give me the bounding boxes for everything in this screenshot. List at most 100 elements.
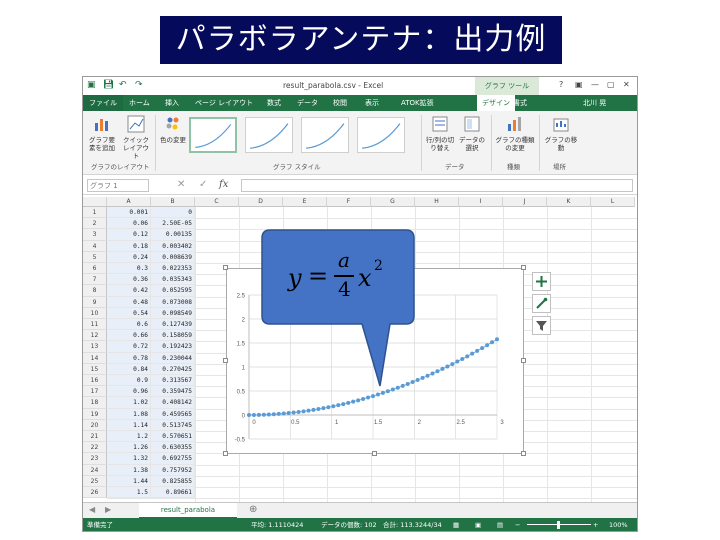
row-header[interactable]: 14	[83, 352, 107, 364]
data-point[interactable]	[385, 389, 390, 394]
column-header[interactable]: B	[151, 197, 195, 207]
column-header[interactable]: C	[195, 197, 239, 207]
cell-a[interactable]: 0.42	[107, 285, 151, 297]
minimize-icon[interactable]: —	[591, 80, 599, 89]
chart-elements-button[interactable]	[532, 272, 551, 291]
tab-page-layout[interactable]: ページ レイアウト	[195, 95, 253, 111]
chart-resize-handle[interactable]	[223, 265, 228, 270]
cell-b[interactable]: 0.459565	[151, 408, 195, 420]
data-point[interactable]	[256, 412, 261, 417]
cell-a[interactable]: 0.36	[107, 274, 151, 286]
cell-b[interactable]: 0.022353	[151, 263, 195, 275]
tab-design[interactable]: デザイン	[477, 95, 515, 111]
cell-b[interactable]: 0.270425	[151, 363, 195, 375]
cell-b[interactable]: 0.757952	[151, 464, 195, 476]
data-point[interactable]	[450, 362, 455, 367]
data-point[interactable]	[366, 395, 371, 400]
cell-a[interactable]: 0.66	[107, 330, 151, 342]
chart-styles-button[interactable]	[532, 294, 551, 313]
data-point[interactable]	[470, 351, 475, 356]
undo-icon[interactable]: ↶	[119, 80, 127, 90]
name-box[interactable]: グラフ 1	[87, 179, 149, 192]
cell-a[interactable]: 0.12	[107, 229, 151, 241]
cell-b[interactable]: 0.513745	[151, 419, 195, 431]
cell-a[interactable]: 1.32	[107, 453, 151, 465]
quick-layout-button[interactable]: クイック レイアウト	[121, 115, 151, 160]
tab-view[interactable]: 表示	[365, 95, 379, 111]
data-point[interactable]	[475, 348, 480, 353]
data-point[interactable]	[420, 375, 425, 380]
data-point[interactable]	[247, 413, 251, 417]
data-point[interactable]	[371, 394, 375, 399]
normal-view-icon[interactable]: ▦	[453, 518, 459, 531]
data-point[interactable]	[405, 381, 410, 386]
cell-b[interactable]: 0.408142	[151, 397, 195, 409]
tab-home[interactable]: ホーム	[129, 95, 150, 111]
close-icon[interactable]: ✕	[623, 80, 630, 89]
column-header[interactable]: A	[107, 197, 151, 207]
cell-a[interactable]: 0.84	[107, 363, 151, 375]
cell-a[interactable]: 0.72	[107, 341, 151, 353]
column-header[interactable]: H	[415, 197, 459, 207]
data-point[interactable]	[410, 380, 415, 385]
row-header[interactable]: 2	[83, 218, 107, 230]
cell-b[interactable]: 0.003402	[151, 240, 195, 252]
cell-b[interactable]: 0.230044	[151, 352, 195, 364]
column-header[interactable]: J	[503, 197, 547, 207]
data-point[interactable]	[311, 407, 316, 412]
data-point[interactable]	[455, 359, 460, 364]
data-point[interactable]	[380, 390, 385, 395]
zoom-out-icon[interactable]: −	[515, 518, 520, 531]
cell-a[interactable]: 0.3	[107, 263, 151, 275]
cell-b[interactable]: 0.052595	[151, 285, 195, 297]
column-header[interactable]: I	[459, 197, 503, 207]
row-header[interactable]: 20	[83, 419, 107, 431]
tab-atok[interactable]: ATOK拡張	[401, 95, 434, 111]
data-point[interactable]	[415, 377, 420, 382]
row-header[interactable]: 11	[83, 319, 107, 331]
data-point[interactable]	[351, 399, 356, 404]
cell-a[interactable]: 0.18	[107, 240, 151, 252]
data-point[interactable]	[326, 405, 331, 410]
cell-b[interactable]: 0.313567	[151, 375, 195, 387]
user-name[interactable]: 北川 晃	[583, 95, 606, 111]
column-header[interactable]: D	[239, 197, 283, 207]
cell-b[interactable]: 0.692755	[151, 453, 195, 465]
row-header[interactable]: 24	[83, 464, 107, 476]
row-header[interactable]: 8	[83, 285, 107, 297]
cell-a[interactable]: 0.06	[107, 218, 151, 230]
data-point[interactable]	[346, 400, 351, 405]
cancel-icon[interactable]: ✕	[177, 179, 185, 190]
data-point[interactable]	[485, 343, 490, 348]
zoom-in-icon[interactable]: +	[593, 518, 598, 531]
data-point[interactable]	[316, 407, 321, 412]
cell-a[interactable]: 0.6	[107, 319, 151, 331]
data-point[interactable]	[375, 392, 380, 397]
data-point[interactable]	[296, 409, 301, 414]
cell-a[interactable]: 0.54	[107, 307, 151, 319]
data-point[interactable]	[341, 402, 346, 407]
data-point[interactable]	[445, 364, 450, 369]
row-header[interactable]: 3	[83, 229, 107, 241]
tab-format[interactable]: 書式	[513, 95, 527, 111]
cell-b[interactable]: 0.035343	[151, 274, 195, 286]
data-point[interactable]	[490, 340, 495, 345]
data-point[interactable]	[440, 366, 445, 371]
data-point[interactable]	[430, 371, 435, 376]
cell-a[interactable]: 1.08	[107, 408, 151, 420]
data-point[interactable]	[425, 373, 430, 378]
chart-resize-handle[interactable]	[521, 265, 526, 270]
row-header[interactable]: 19	[83, 408, 107, 420]
tab-insert[interactable]: 挿入	[165, 95, 179, 111]
column-header[interactable]: E	[283, 197, 327, 207]
formula-input[interactable]	[241, 179, 633, 192]
data-point[interactable]	[400, 383, 405, 388]
data-point[interactable]	[271, 412, 276, 417]
data-point[interactable]	[460, 356, 465, 361]
cell-b[interactable]: 0.158059	[151, 330, 195, 342]
change-colors-button[interactable]: 色の変更	[159, 115, 187, 144]
cell-b[interactable]: 0.570651	[151, 431, 195, 443]
data-point[interactable]	[356, 398, 361, 403]
row-header[interactable]: 10	[83, 307, 107, 319]
chart-resize-handle[interactable]	[521, 451, 526, 456]
